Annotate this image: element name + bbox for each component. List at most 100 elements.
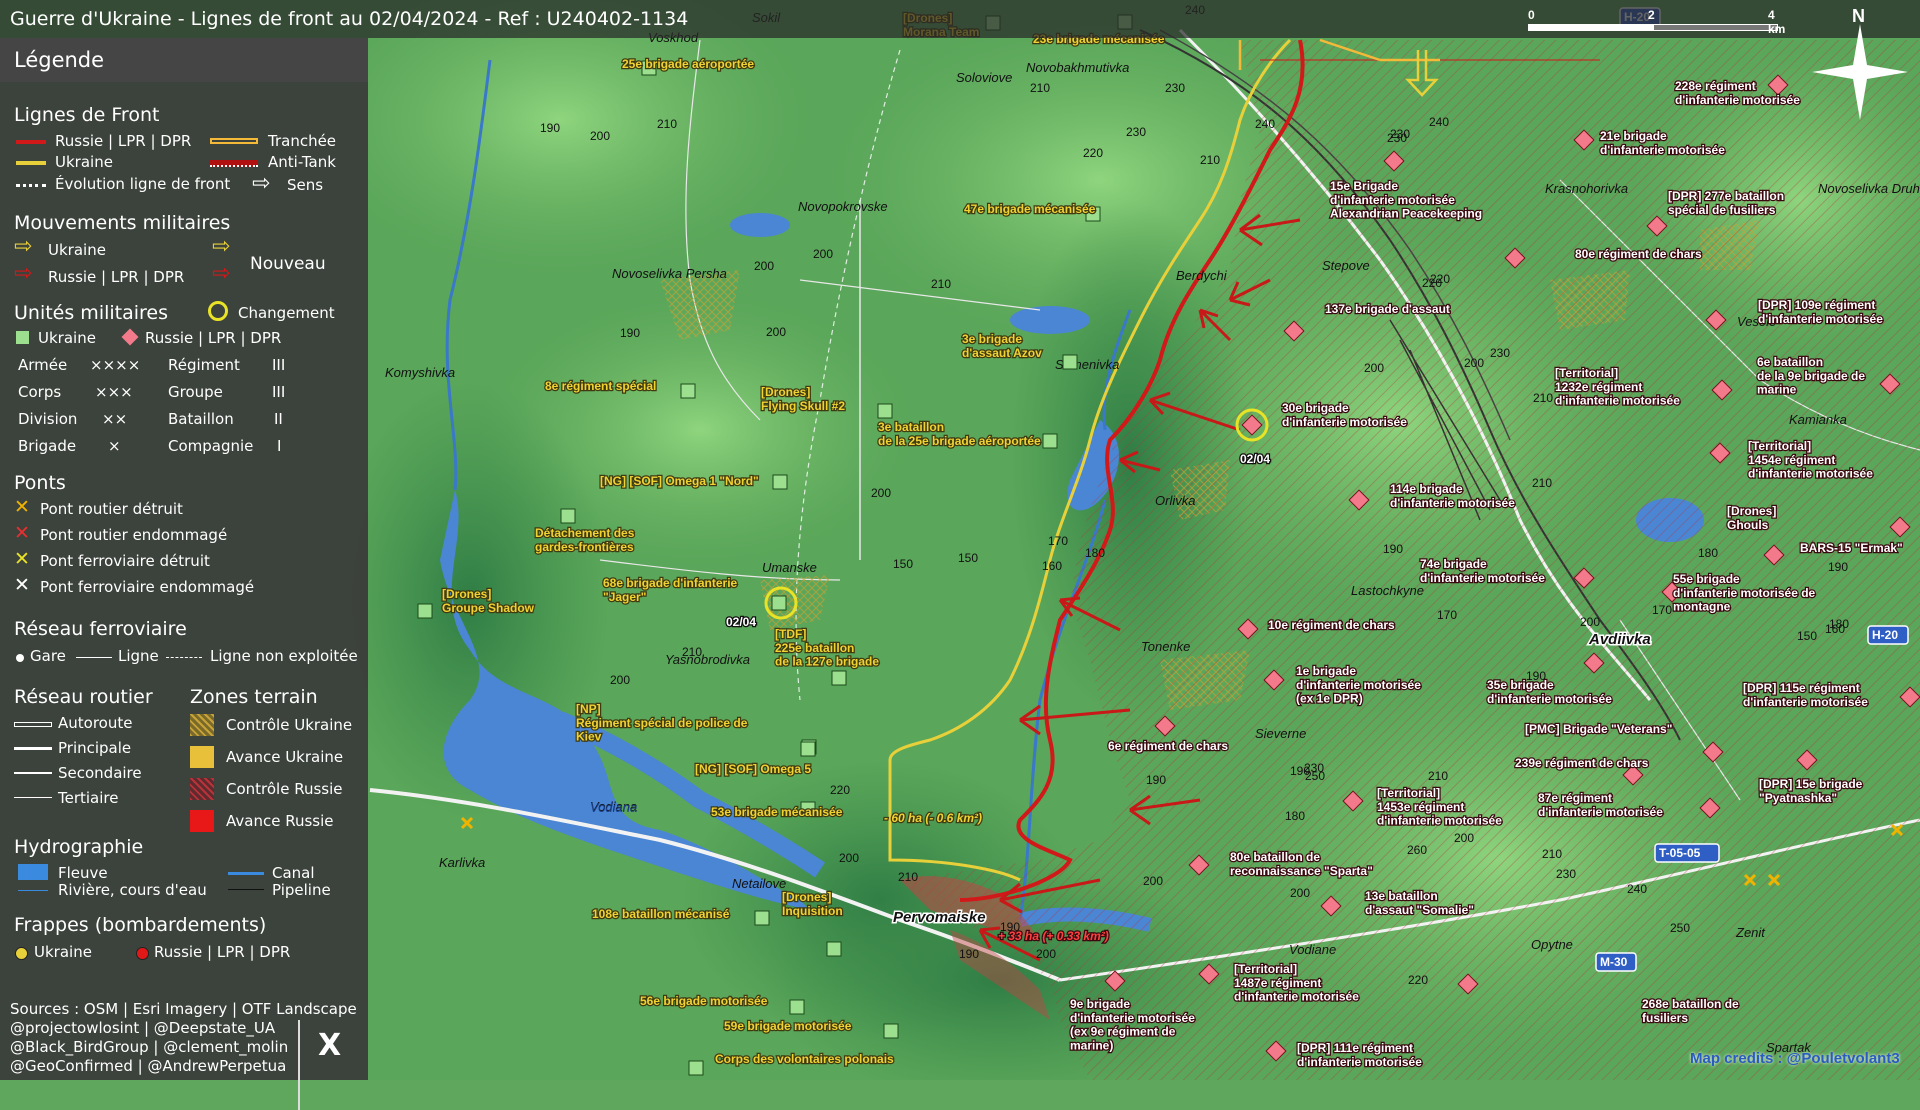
place-label: Soloviove — [956, 70, 1012, 85]
echelon-regiment-sym: III — [272, 356, 286, 374]
canal-swatch — [228, 872, 264, 875]
ukraine-unit-marker[interactable] — [831, 670, 847, 686]
elevation-label: 190 — [540, 121, 560, 135]
place-label: Karlivka — [439, 855, 485, 870]
ukraine-unit-marker[interactable] — [877, 403, 893, 419]
ukraine-unit-marker[interactable] — [771, 595, 787, 611]
russia-unit-label: 6e régiment de chars — [1108, 739, 1228, 753]
tertiary-road-swatch — [14, 797, 52, 798]
echelon-corps: Corps — [18, 383, 62, 401]
ukraine-unit-label: 59e brigade motorisée — [724, 1019, 852, 1033]
elevation-label: 180 — [1698, 546, 1718, 560]
elevation-label: 230 — [1556, 867, 1576, 881]
legend-road-highway: Autoroute — [58, 714, 133, 732]
ukraine-unit-marker[interactable] — [826, 941, 842, 957]
ukraine-unit-marker[interactable] — [560, 508, 576, 524]
russia-unit-label: [DPR] 115e régiment d'infanterie motorisé… — [1743, 681, 1868, 709]
legend-bridge-rail-damaged: Pont ferroviaire endommagé — [40, 578, 255, 596]
ukraine-unit-marker[interactable] — [417, 603, 433, 619]
russia-unit-label: 137e brigade d'assaut — [1325, 302, 1450, 316]
elevation-label: 210 — [657, 117, 677, 131]
road-shield-label: M-30 — [1600, 955, 1628, 969]
echelon-army-sym: ×××× — [90, 356, 141, 374]
echelon-battalion-sym: II — [274, 410, 283, 428]
ukraine-unit-marker[interactable] — [789, 999, 805, 1015]
pipeline-swatch — [228, 889, 264, 890]
change-circle-icon — [208, 301, 228, 321]
legend-road-tertiary: Tertiaire — [58, 789, 119, 807]
ukraine-unit-label: 56e brigade motorisée — [640, 994, 768, 1008]
russia-line-swatch — [16, 140, 46, 144]
change-date-label: 02/04 — [726, 615, 756, 629]
elevation-label: 190 — [1828, 560, 1848, 574]
russia-move-arrow-icon: ⇨ — [14, 261, 33, 286]
place-label: Lastochkyne — [1351, 583, 1424, 598]
elevation-label: 170 — [1652, 603, 1672, 617]
place-label: Novopokrovske — [798, 199, 888, 214]
area-change-label: - 60 ha (- 0.6 km²) — [884, 811, 982, 825]
station-icon — [16, 654, 24, 662]
section-front-lines: Lignes de Front — [14, 104, 160, 126]
stream-swatch — [18, 890, 48, 891]
ukraine-unit-marker[interactable] — [754, 910, 770, 926]
elevation-label: 200 — [590, 129, 610, 143]
legend-hydro-stream: Rivière, cours d'eau — [58, 881, 207, 899]
section-hydro: Hydrographie — [14, 836, 144, 858]
north-arrow-icon: N — [1810, 6, 1910, 120]
elevation-label: 160 — [1042, 559, 1062, 573]
legend-hydro-pipeline: Pipeline — [272, 881, 331, 899]
ukraine-unit-label: Détachement des gardes-frontières — [535, 526, 635, 554]
echelon-army: Armée — [18, 356, 68, 374]
place-label: Orlivka — [1155, 493, 1195, 508]
section-movements: Mouvements militaires — [14, 212, 231, 234]
russia-unit-label: [PMC] Brigade "Veterans" — [1525, 722, 1672, 736]
rail-line-swatch — [76, 657, 112, 658]
legend-unit-ukraine: Ukraine — [38, 329, 96, 347]
elevation-label: 210 — [1533, 391, 1553, 405]
legend-front-trench: Tranchée — [268, 132, 337, 150]
legend-strike-russia: Russie | LPR | DPR — [154, 943, 291, 961]
elevation-label: 180 — [1829, 617, 1849, 631]
zone-ukraine-advance-swatch — [190, 746, 214, 768]
ukraine-unit-marker[interactable] — [883, 1023, 899, 1039]
legend-panel: Légende Lignes de Front Russie | LPR | D… — [0, 38, 368, 1110]
legend-zone-rus-advance: Avance Russie — [226, 812, 334, 830]
section-bridges: Ponts — [14, 472, 66, 494]
elevation-label: 150 — [893, 557, 913, 571]
echelon-division-sym: ×× — [102, 410, 128, 428]
elevation-label: 200 — [1290, 886, 1310, 900]
place-label: Zenit — [1735, 925, 1766, 940]
elevation-label: 200 — [871, 486, 891, 500]
russia-unit-swatch — [121, 328, 139, 346]
ukraine-unit-marker[interactable] — [800, 741, 816, 757]
ukraine-unit-marker[interactable] — [680, 383, 696, 399]
zone-russia-control-swatch — [190, 778, 214, 800]
russia-unit-label: [DPR] 277e bataillon spécial de fusiliers — [1668, 189, 1784, 217]
echelon-regiment: Régiment — [168, 356, 240, 374]
elevation-label: 180 — [1085, 546, 1105, 560]
ukraine-unit-marker[interactable] — [772, 474, 788, 490]
place-label: Pervomaiske — [893, 909, 986, 926]
elevation-label: 220 — [1430, 272, 1450, 286]
elevation-label: 200 — [754, 259, 774, 273]
elevation-label: 210 — [1542, 847, 1562, 861]
x-logo-icon[interactable]: X — [318, 1028, 341, 1063]
legend-zone-ukr-control: Contrôle Ukraine — [226, 716, 353, 734]
ukraine-unit-marker[interactable] — [1042, 433, 1058, 449]
russia-unit-label: 10e régiment de chars — [1268, 618, 1395, 632]
place-label: Novobakhmutivka — [1026, 60, 1129, 75]
elevation-label: 200 — [1464, 356, 1484, 370]
ukraine-unit-marker[interactable] — [1062, 354, 1078, 370]
area-change-label: + 33 ha (+ 0.33 km²) — [998, 929, 1109, 943]
elevation-label: 180 — [1285, 809, 1305, 823]
place-label: Komyshivka — [385, 365, 455, 380]
legend-road-secondary: Secondaire — [58, 764, 142, 782]
elevation-label: 210 — [1428, 769, 1448, 783]
legend-strike-ukraine: Ukraine — [34, 943, 92, 961]
sources-line: @projectowlosint | @Deepstate_UA — [10, 1019, 276, 1037]
russia-unit-label: 80e régiment de chars — [1575, 247, 1702, 261]
ukraine-unit-marker[interactable] — [688, 1060, 704, 1076]
elevation-label: 150 — [1797, 629, 1817, 643]
legend-front-direction: Sens — [287, 176, 324, 194]
legend-heading: Légende — [0, 38, 368, 82]
